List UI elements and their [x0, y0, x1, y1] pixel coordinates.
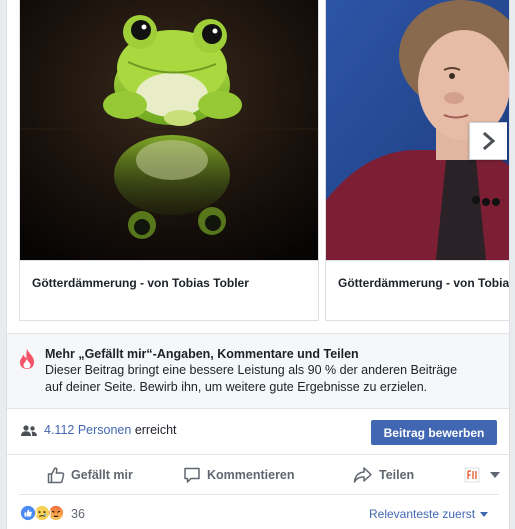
carousel-item-1[interactable]: Götterdämmerung - von Tobias Tobler	[19, 0, 319, 321]
reactions-row: 36 Relevanteste zuerst	[7, 498, 509, 529]
reach-people-link[interactable]: 4.112 Personen	[44, 423, 131, 437]
insight-title: Mehr „Gefällt mir“-Angaben, Kommentare u…	[45, 347, 359, 361]
sort-label: Relevanteste zuerst	[369, 507, 476, 521]
caret-down-icon	[480, 511, 489, 517]
carousel-caption[interactable]: Götterdämmerung - von Tobias Tobler	[20, 260, 318, 320]
carousel-item-2[interactable]: Götterdämmerung - von Tobias Tobler	[325, 0, 509, 321]
insight-line-1: Dieser Beitrag bringt eine bessere Leist…	[45, 363, 458, 377]
share-label: Teilen	[379, 468, 415, 482]
carousel-caption[interactable]: Götterdämmerung - von Tobias Tobler	[326, 260, 509, 320]
frog-image[interactable]	[20, 0, 318, 260]
reaction-icons[interactable]	[19, 504, 71, 522]
like-button[interactable]: Gefällt mir	[47, 464, 133, 486]
action-bar: Gefällt mir Kommentieren Teilen	[19, 455, 500, 495]
page-avatar-icon	[464, 467, 480, 483]
reach-suffix: erreicht	[131, 423, 177, 437]
thumbs-up-icon	[47, 467, 65, 484]
reach-text: 4.112 Personen erreicht	[44, 423, 177, 437]
share-button[interactable]: Teilen	[353, 464, 414, 486]
promote-post-button[interactable]: Beitrag bewerben	[371, 420, 497, 445]
reach-row: 4.112 Personen erreicht Beitrag bewerben	[7, 409, 509, 455]
comment-button[interactable]: Kommentieren	[183, 464, 295, 486]
caret-down-icon	[490, 472, 500, 478]
post-card: Götterdämmerung - von Tobias Tobler Gött…	[6, 0, 510, 529]
comment-icon	[184, 467, 200, 483]
performance-insight: Mehr „Gefällt mir“-Angaben, Kommentare u…	[7, 333, 509, 409]
share-icon	[353, 467, 372, 483]
like-label: Gefällt mir	[71, 468, 133, 482]
reaction-count[interactable]: 36	[71, 507, 85, 521]
comment-sort-dropdown[interactable]: Relevanteste zuerst	[369, 507, 489, 521]
carousel-next-button[interactable]	[469, 122, 507, 160]
audience-menu-button[interactable]	[464, 464, 500, 486]
chevron-right-icon	[482, 132, 495, 150]
insight-line-2: auf deiner Seite. Bewirb ihn, um weitere…	[45, 380, 428, 394]
comment-label: Kommentieren	[207, 468, 295, 482]
like-reaction-icon	[19, 504, 37, 522]
people-icon	[21, 425, 37, 436]
carousel: Götterdämmerung - von Tobias Tobler Gött…	[7, 0, 509, 333]
flame-icon	[20, 349, 34, 369]
